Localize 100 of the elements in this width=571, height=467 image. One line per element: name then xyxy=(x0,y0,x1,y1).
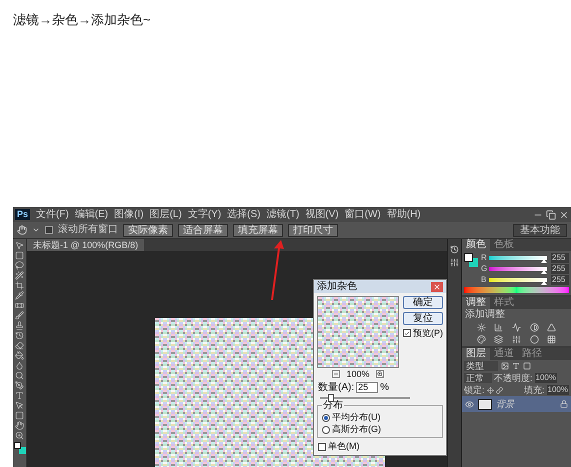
option-button[interactable]: 适合屏幕 xyxy=(178,224,228,236)
channel-label: B xyxy=(481,275,487,285)
close-icon xyxy=(433,282,441,290)
blend-mode-select[interactable]: 正常 xyxy=(464,373,492,383)
eyedropper-tool-icon[interactable] xyxy=(15,291,24,300)
link-icon[interactable] xyxy=(496,386,503,394)
checkbox-label: 单色(M) xyxy=(328,441,360,452)
sliders-icon[interactable] xyxy=(512,335,521,344)
levels-icon[interactable] xyxy=(494,323,504,332)
menu-item[interactable]: 窗口(W) xyxy=(344,208,381,220)
radio-label: 平均分布(U) xyxy=(332,412,380,423)
panel-tab[interactable]: 图层 xyxy=(462,348,490,360)
layer-thumbnail xyxy=(478,398,492,410)
slider-thumb[interactable] xyxy=(328,394,334,402)
menu-item[interactable]: 选择(S) xyxy=(227,208,261,220)
stamp-tool-icon[interactable] xyxy=(15,321,24,330)
menu-item[interactable]: 视图(V) xyxy=(305,208,339,220)
menu-item[interactable]: 文件(F) xyxy=(36,208,69,220)
zoom-out-icon[interactable] xyxy=(332,370,340,378)
sliders-icon[interactable] xyxy=(450,258,459,267)
type-tool-icon[interactable] xyxy=(15,391,24,400)
palette-icon[interactable] xyxy=(476,335,486,344)
radio-label: 高斯分布(G) xyxy=(332,424,381,435)
hand-icon[interactable] xyxy=(17,225,27,235)
dialog-button[interactable]: 复位 xyxy=(403,312,443,325)
zoom-in-icon[interactable] xyxy=(376,370,384,378)
circle-icon[interactable] xyxy=(530,335,539,344)
restore-icon[interactable] xyxy=(546,210,556,220)
search-icon[interactable] xyxy=(15,371,24,380)
channel-value[interactable]: 255 xyxy=(551,275,569,285)
eye-icon[interactable] xyxy=(465,400,474,408)
dialog-title: 添加杂色 xyxy=(317,281,357,292)
panel-tab[interactable]: 通道 xyxy=(490,348,518,360)
hand-tool-icon[interactable] xyxy=(15,421,24,430)
panel-tab[interactable]: 路径 xyxy=(518,348,546,360)
menu-item[interactable]: 编辑(E) xyxy=(74,208,108,220)
channel-slider[interactable] xyxy=(489,256,547,260)
filter-select[interactable]: 类型 xyxy=(464,361,498,371)
channel-label: R xyxy=(481,253,487,263)
shape-tool-icon[interactable] xyxy=(15,411,24,420)
checkbox[interactable] xyxy=(318,442,326,450)
path-select-icon[interactable] xyxy=(15,401,24,410)
panel-tab[interactable]: 颜色 xyxy=(462,239,490,251)
curves-icon[interactable] xyxy=(512,323,521,332)
caption-text: 滤镜→杂色→添加杂色~ xyxy=(13,11,152,29)
close-icon[interactable] xyxy=(559,210,569,220)
opacity-field[interactable]: 100% xyxy=(534,373,557,383)
pen-tool-icon[interactable] xyxy=(15,381,24,390)
document-tab[interactable]: 未标题-1 @ 100%(RGB/8) xyxy=(27,239,144,251)
grid-icon[interactable] xyxy=(547,335,556,344)
checkbox[interactable] xyxy=(403,329,411,337)
option-button[interactable]: 实际像素 xyxy=(123,224,173,236)
fill-field[interactable]: 100% xyxy=(546,385,569,395)
zoom-tool-icon[interactable] xyxy=(15,431,24,440)
option-button[interactable]: 打印尺寸 xyxy=(288,224,338,236)
dialog-button[interactable]: 确定 xyxy=(403,296,443,309)
type-filter-icon[interactable] xyxy=(512,362,520,370)
workspace-select[interactable]: 基本功能 xyxy=(513,224,567,236)
menu-item[interactable]: 图像(I) xyxy=(114,208,144,220)
menu-item[interactable]: 帮助(H) xyxy=(386,208,421,220)
menu-item[interactable]: 文字(Y) xyxy=(188,208,222,220)
history-icon[interactable] xyxy=(450,245,459,254)
color-swatches-icon[interactable] xyxy=(464,253,478,267)
channel-value[interactable]: 255 xyxy=(551,264,569,274)
radio-button[interactable] xyxy=(322,414,330,422)
panel-tab[interactable]: 色板 xyxy=(490,239,518,251)
radio-button[interactable] xyxy=(322,426,330,434)
triangle-icon[interactable] xyxy=(547,323,556,332)
menu-item[interactable]: 图层(L) xyxy=(150,208,182,220)
eraser-tool-icon[interactable] xyxy=(15,341,24,350)
contrast-icon[interactable] xyxy=(530,323,539,332)
paint-bucket-icon[interactable] xyxy=(15,351,24,360)
shape-filter-icon[interactable] xyxy=(523,362,531,370)
amount-label: 数量(A): xyxy=(318,382,354,393)
color-spectrum[interactable] xyxy=(464,287,569,293)
sun-icon[interactable] xyxy=(476,323,486,332)
color-swatches-icon[interactable] xyxy=(14,442,26,454)
brush-tool-icon[interactable] xyxy=(15,311,24,320)
close-button[interactable] xyxy=(431,282,443,292)
panel-tab[interactable]: 调整 xyxy=(462,297,490,309)
image-filter-icon[interactable] xyxy=(501,362,509,370)
caret-icon[interactable] xyxy=(32,226,40,234)
layers-icon[interactable] xyxy=(494,335,504,344)
layer-row[interactable]: 背景 xyxy=(462,396,571,412)
marquee-tool-icon[interactable] xyxy=(15,251,24,260)
channel-value[interactable]: 255 xyxy=(551,253,569,263)
menu-item[interactable]: 滤镜(T) xyxy=(266,208,300,220)
history-brush-icon[interactable] xyxy=(15,331,24,340)
panel-tab[interactable]: 样式 xyxy=(490,297,518,309)
move-tool-icon[interactable] xyxy=(15,241,24,250)
option-button[interactable]: 填充屏幕 xyxy=(233,224,283,236)
checkbox[interactable] xyxy=(45,226,53,234)
wand-tool-icon[interactable] xyxy=(15,271,24,280)
crop-tool-icon[interactable] xyxy=(15,281,24,290)
move-lock-icon[interactable] xyxy=(486,386,494,394)
amount-field[interactable]: 25 xyxy=(356,382,378,393)
droplet-tool-icon[interactable] xyxy=(15,361,24,370)
lasso-tool-icon[interactable] xyxy=(15,261,24,270)
bandage-tool-icon[interactable] xyxy=(15,301,24,310)
channel-slider[interactable] xyxy=(489,267,547,271)
